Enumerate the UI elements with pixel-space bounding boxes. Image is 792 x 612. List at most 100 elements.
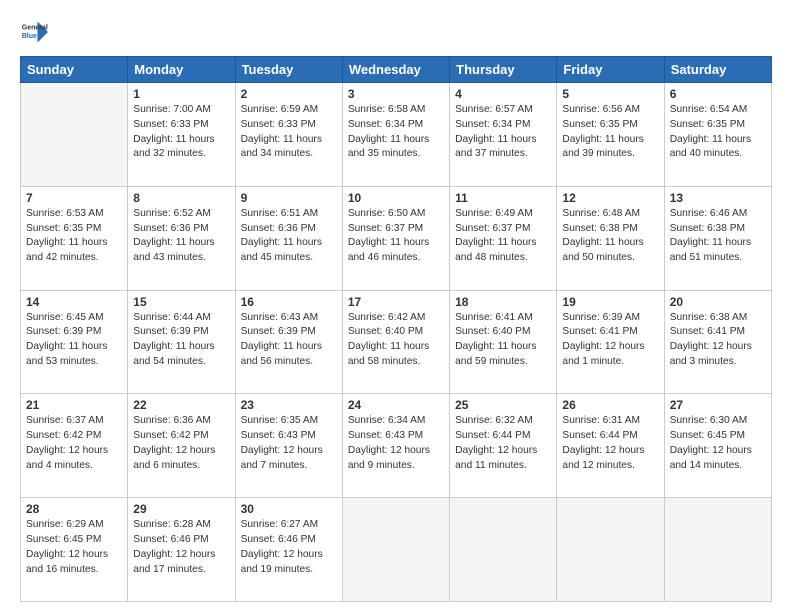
calendar-day-cell: 3 Sunrise: 6:58 AM Sunset: 6:34 PM Daylig… xyxy=(342,83,449,187)
calendar-day-cell: 28Sunrise: 6:29 AM Sunset: 6:45 PM Dayli… xyxy=(21,498,128,602)
day-info: Sunrise: 6:27 AM Sunset: 6:46 PM Dayligh… xyxy=(241,518,337,577)
day-number: 21 xyxy=(26,398,122,412)
day-info: Sunrise: 6:43 AM Sunset: 6:39 PM Dayligh… xyxy=(241,311,337,370)
day-number: 22 xyxy=(133,398,229,412)
day-info: Sunrise: 6:41 AM Sunset: 6:40 PM Dayligh… xyxy=(455,311,551,370)
calendar-day-header: Thursday xyxy=(450,57,557,83)
day-info: Sunrise: 6:59 AM Sunset: 6:33 PM Dayligh… xyxy=(241,103,337,162)
calendar-day-cell: 10 Sunrise: 6:50 AM Sunset: 6:37 PM Dayli… xyxy=(342,186,449,290)
calendar-day-cell: 22 Sunrise: 6:36 AM Sunset: 6:42 PM Dayli… xyxy=(128,394,235,498)
calendar-day-cell: 15Sunrise: 6:44 AM Sunset: 6:39 PM Dayli… xyxy=(128,290,235,394)
calendar-day-cell: 7Sunrise: 6:53 AM Sunset: 6:35 PM Daylig… xyxy=(21,186,128,290)
calendar-day-cell xyxy=(21,83,128,187)
day-number: 14 xyxy=(26,295,122,309)
calendar-day-cell: 26 Sunrise: 6:31 AM Sunset: 6:44 PM Dayli… xyxy=(557,394,664,498)
day-number: 10 xyxy=(348,191,444,205)
calendar-day-cell: 8 Sunrise: 6:52 AM Sunset: 6:36 PM Daylig… xyxy=(128,186,235,290)
calendar-day-cell: 18 Sunrise: 6:41 AM Sunset: 6:40 PM Dayli… xyxy=(450,290,557,394)
day-number: 12 xyxy=(562,191,658,205)
day-number: 20 xyxy=(670,295,766,309)
page: General Blue SundayMondayTuesdayWednesda… xyxy=(0,0,792,612)
day-info: Sunrise: 6:52 AM Sunset: 6:36 PM Dayligh… xyxy=(133,207,229,266)
day-number: 18 xyxy=(455,295,551,309)
day-info: Sunrise: 6:48 AM Sunset: 6:38 PM Dayligh… xyxy=(562,207,658,266)
day-number: 25 xyxy=(455,398,551,412)
day-info: Sunrise: 6:35 AM Sunset: 6:43 PM Dayligh… xyxy=(241,414,337,473)
day-info: Sunrise: 6:57 AM Sunset: 6:34 PM Dayligh… xyxy=(455,103,551,162)
day-info: Sunrise: 6:49 AM Sunset: 6:37 PM Dayligh… xyxy=(455,207,551,266)
calendar-day-cell xyxy=(342,498,449,602)
calendar-day-cell: 12 Sunrise: 6:48 AM Sunset: 6:38 PM Dayli… xyxy=(557,186,664,290)
calendar-day-cell: 6 Sunrise: 6:54 AM Sunset: 6:35 PM Daylig… xyxy=(664,83,771,187)
day-info: Sunrise: 6:50 AM Sunset: 6:37 PM Dayligh… xyxy=(348,207,444,266)
calendar-day-header: Saturday xyxy=(664,57,771,83)
day-number: 3 xyxy=(348,87,444,101)
day-number: 6 xyxy=(670,87,766,101)
day-info: Sunrise: 6:42 AM Sunset: 6:40 PM Dayligh… xyxy=(348,311,444,370)
calendar-day-cell: 11 Sunrise: 6:49 AM Sunset: 6:37 PM Dayli… xyxy=(450,186,557,290)
day-number: 11 xyxy=(455,191,551,205)
day-info: Sunrise: 7:00 AM Sunset: 6:33 PM Dayligh… xyxy=(133,103,229,162)
calendar-day-cell: 25 Sunrise: 6:32 AM Sunset: 6:44 PM Dayli… xyxy=(450,394,557,498)
calendar-day-cell: 16 Sunrise: 6:43 AM Sunset: 6:39 PM Dayli… xyxy=(235,290,342,394)
calendar-day-cell: 17 Sunrise: 6:42 AM Sunset: 6:40 PM Dayli… xyxy=(342,290,449,394)
day-info: Sunrise: 6:37 AM Sunset: 6:42 PM Dayligh… xyxy=(26,414,122,473)
day-info: Sunrise: 6:51 AM Sunset: 6:36 PM Dayligh… xyxy=(241,207,337,266)
day-info: Sunrise: 6:39 AM Sunset: 6:41 PM Dayligh… xyxy=(562,311,658,370)
day-number: 15 xyxy=(133,295,229,309)
calendar-day-cell: 30Sunrise: 6:27 AM Sunset: 6:46 PM Dayli… xyxy=(235,498,342,602)
day-info: Sunrise: 6:32 AM Sunset: 6:44 PM Dayligh… xyxy=(455,414,551,473)
day-number: 16 xyxy=(241,295,337,309)
day-number: 13 xyxy=(670,191,766,205)
day-number: 5 xyxy=(562,87,658,101)
calendar-body: 1 Sunrise: 7:00 AM Sunset: 6:33 PM Daylig… xyxy=(21,83,772,602)
day-number: 26 xyxy=(562,398,658,412)
calendar-day-cell: 19 Sunrise: 6:39 AM Sunset: 6:41 PM Dayli… xyxy=(557,290,664,394)
day-info: Sunrise: 6:31 AM Sunset: 6:44 PM Dayligh… xyxy=(562,414,658,473)
day-number: 4 xyxy=(455,87,551,101)
calendar-day-cell: 21 Sunrise: 6:37 AM Sunset: 6:42 PM Dayli… xyxy=(21,394,128,498)
calendar-day-cell: 23 Sunrise: 6:35 AM Sunset: 6:43 PM Dayli… xyxy=(235,394,342,498)
calendar-day-cell: 27Sunrise: 6:30 AM Sunset: 6:45 PM Dayli… xyxy=(664,394,771,498)
calendar-day-header: Wednesday xyxy=(342,57,449,83)
logo: General Blue xyxy=(20,18,52,46)
calendar-day-header: Monday xyxy=(128,57,235,83)
day-number: 23 xyxy=(241,398,337,412)
day-info: Sunrise: 6:38 AM Sunset: 6:41 PM Dayligh… xyxy=(670,311,766,370)
day-number: 28 xyxy=(26,502,122,516)
calendar-day-cell: 13Sunrise: 6:46 AM Sunset: 6:38 PM Dayli… xyxy=(664,186,771,290)
calendar-week-row: 28Sunrise: 6:29 AM Sunset: 6:45 PM Dayli… xyxy=(21,498,772,602)
day-number: 8 xyxy=(133,191,229,205)
logo-icon: General Blue xyxy=(20,18,48,46)
calendar-day-cell: 1 Sunrise: 7:00 AM Sunset: 6:33 PM Daylig… xyxy=(128,83,235,187)
day-info: Sunrise: 6:34 AM Sunset: 6:43 PM Dayligh… xyxy=(348,414,444,473)
day-info: Sunrise: 6:28 AM Sunset: 6:46 PM Dayligh… xyxy=(133,518,229,577)
day-info: Sunrise: 6:56 AM Sunset: 6:35 PM Dayligh… xyxy=(562,103,658,162)
calendar-day-cell: 2 Sunrise: 6:59 AM Sunset: 6:33 PM Daylig… xyxy=(235,83,342,187)
calendar-day-cell xyxy=(450,498,557,602)
day-number: 29 xyxy=(133,502,229,516)
calendar-week-row: 1 Sunrise: 7:00 AM Sunset: 6:33 PM Daylig… xyxy=(21,83,772,187)
calendar-day-cell: 9 Sunrise: 6:51 AM Sunset: 6:36 PM Daylig… xyxy=(235,186,342,290)
day-info: Sunrise: 6:30 AM Sunset: 6:45 PM Dayligh… xyxy=(670,414,766,473)
day-number: 2 xyxy=(241,87,337,101)
day-info: Sunrise: 6:58 AM Sunset: 6:34 PM Dayligh… xyxy=(348,103,444,162)
calendar-day-cell xyxy=(664,498,771,602)
calendar-day-cell: 5 Sunrise: 6:56 AM Sunset: 6:35 PM Daylig… xyxy=(557,83,664,187)
calendar-day-cell: 14 Sunrise: 6:45 AM Sunset: 6:39 PM Dayli… xyxy=(21,290,128,394)
header: General Blue xyxy=(20,18,772,46)
calendar-day-header: Friday xyxy=(557,57,664,83)
day-number: 1 xyxy=(133,87,229,101)
calendar-day-cell: 20 Sunrise: 6:38 AM Sunset: 6:41 PM Dayli… xyxy=(664,290,771,394)
day-number: 19 xyxy=(562,295,658,309)
day-info: Sunrise: 6:45 AM Sunset: 6:39 PM Dayligh… xyxy=(26,311,122,370)
day-info: Sunrise: 6:36 AM Sunset: 6:42 PM Dayligh… xyxy=(133,414,229,473)
day-number: 17 xyxy=(348,295,444,309)
svg-text:General: General xyxy=(22,24,48,31)
calendar-day-header: Sunday xyxy=(21,57,128,83)
day-info: Sunrise: 6:54 AM Sunset: 6:35 PM Dayligh… xyxy=(670,103,766,162)
calendar-day-cell: 4 Sunrise: 6:57 AM Sunset: 6:34 PM Daylig… xyxy=(450,83,557,187)
calendar-week-row: 7Sunrise: 6:53 AM Sunset: 6:35 PM Daylig… xyxy=(21,186,772,290)
day-number: 7 xyxy=(26,191,122,205)
day-number: 9 xyxy=(241,191,337,205)
